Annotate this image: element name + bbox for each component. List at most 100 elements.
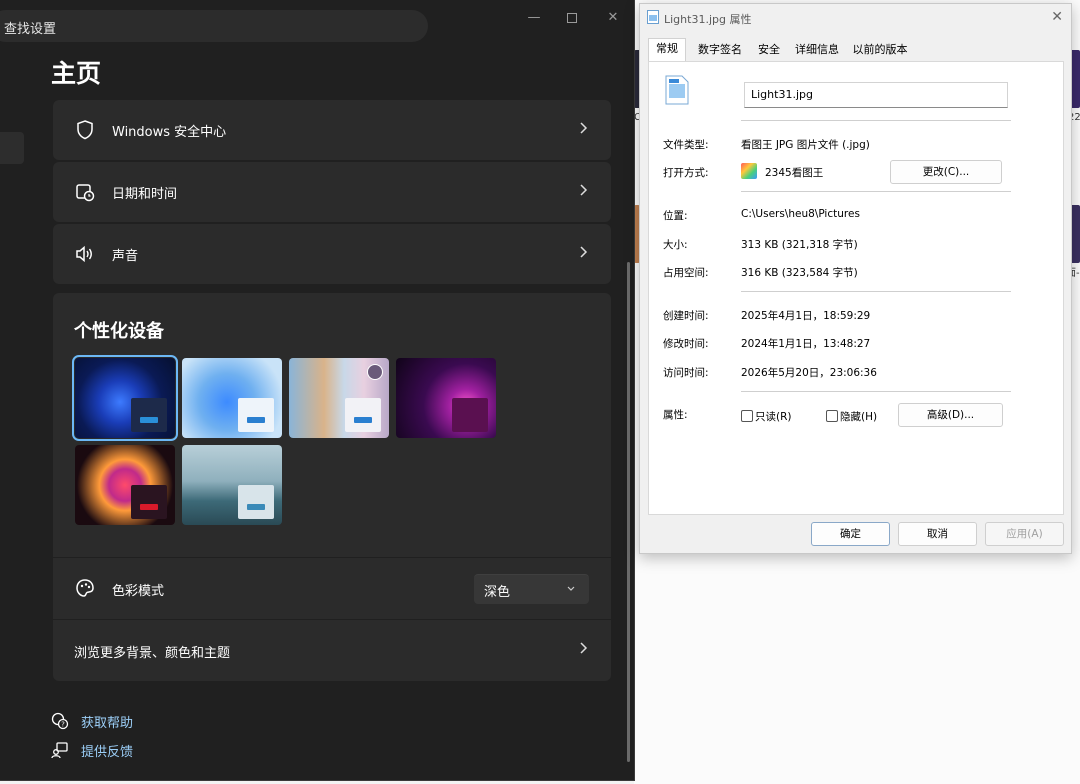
filename-value: Light31.jpg	[751, 88, 813, 101]
theme-preview-bar	[354, 417, 372, 423]
disk-size-label: 占用空间:	[663, 267, 709, 279]
card-windows-security[interactable]: Windows 安全中心	[53, 100, 611, 160]
theme-tile-3[interactable]	[289, 358, 389, 438]
theme-preview-bar	[247, 417, 265, 423]
maximize-icon	[567, 13, 577, 23]
quick-settings-group: Windows 安全中心 日期和时间 声音	[53, 100, 611, 284]
file-icon	[647, 10, 659, 24]
tab-security[interactable]: 安全	[754, 40, 784, 60]
theme-preview-window	[131, 485, 167, 519]
calendar-clock-icon	[76, 184, 95, 202]
theme-tile-5[interactable]	[75, 445, 175, 525]
open-with-value: 2345看图王	[765, 167, 824, 179]
location-label: 位置:	[663, 210, 688, 222]
modified-label: 修改时间:	[663, 338, 709, 350]
shield-icon	[77, 120, 93, 140]
accessed-label: 访问时间:	[663, 367, 709, 379]
ok-button[interactable]: 确定	[811, 522, 890, 546]
file-type-value: 看图王 JPG 图片文件 (.jpg)	[741, 139, 870, 151]
tab-digital-signature[interactable]: 数字签名	[692, 40, 748, 60]
theme-preview-window	[131, 398, 167, 432]
general-panel: Light31.jpg 文件类型: 看图王 JPG 图片文件 (.jpg) 打开…	[648, 61, 1064, 515]
readonly-label[interactable]: 只读(R)	[755, 409, 792, 424]
theme-tile-4[interactable]	[396, 358, 496, 438]
change-button[interactable]: 更改(C)...	[890, 160, 1002, 184]
theme-preview-bar	[140, 504, 158, 510]
app-icon	[741, 163, 757, 179]
chevron-right-icon	[580, 184, 588, 196]
apply-button[interactable]: 应用(A)	[985, 522, 1064, 546]
theme-tile-6[interactable]	[182, 445, 282, 525]
image-file-icon	[665, 75, 689, 105]
theme-tile-2[interactable]	[182, 358, 282, 438]
size-value: 313 KB (321,318 字节)	[741, 239, 858, 251]
readonly-checkbox[interactable]	[741, 410, 753, 422]
theme-preview-window	[452, 398, 488, 432]
close-icon[interactable]: ✕	[1051, 9, 1063, 25]
palette-icon	[76, 579, 94, 597]
search-placeholder: 查找设置	[4, 22, 57, 37]
open-with-label: 打开方式:	[663, 167, 709, 179]
color-mode-row: 色彩模式 深色	[53, 558, 611, 619]
divider	[741, 291, 1011, 292]
browse-themes-label: 浏览更多背景、颜色和主题	[74, 646, 231, 661]
page-title: 主页	[51, 59, 102, 88]
dialog-title: Light31.jpg 属性	[664, 13, 752, 26]
created-label: 创建时间:	[663, 310, 709, 322]
get-help-label: 获取帮助	[81, 716, 134, 731]
chevron-right-icon	[580, 246, 588, 258]
theme-tile-1[interactable]	[72, 355, 178, 441]
help-icon: ?	[51, 712, 69, 730]
maximize-button[interactable]	[564, 10, 580, 26]
card-label: 日期和时间	[112, 187, 178, 202]
svg-text:?: ?	[61, 721, 65, 729]
divider	[741, 191, 1011, 192]
divider	[741, 391, 1011, 392]
nav-item-selected[interactable]	[0, 132, 24, 164]
card-date-time[interactable]: 日期和时间	[53, 162, 611, 222]
theme-preview-bar	[247, 504, 265, 510]
filename-input[interactable]: Light31.jpg	[744, 82, 1008, 108]
settings-window: 查找设置 — ✕ 主页 Windows 安全中心 日期和时间 声音 个性化设备	[0, 0, 635, 781]
location-value: C:\Users\heu8\Pictures	[741, 208, 860, 220]
tab-previous-versions[interactable]: 以前的版本	[850, 40, 910, 60]
cancel-button[interactable]: 取消	[898, 522, 977, 546]
slideshow-icon	[367, 364, 383, 380]
modified-value: 2024年1月1日，13:48:27	[741, 338, 871, 350]
feedback-icon	[51, 742, 68, 759]
disk-size-value: 316 KB (323,584 字节)	[741, 267, 858, 279]
search-input[interactable]: 查找设置	[0, 10, 428, 42]
chevron-right-icon	[580, 642, 588, 654]
scrollbar[interactable]	[627, 262, 630, 762]
give-feedback-label: 提供反馈	[81, 745, 134, 760]
minimize-button[interactable]: —	[526, 10, 542, 26]
advanced-button[interactable]: 高级(D)...	[898, 403, 1003, 427]
color-mode-value: 深色	[484, 585, 511, 600]
card-sound[interactable]: 声音	[53, 224, 611, 284]
accessed-value: 2026年5月20日，23:06:36	[741, 367, 877, 379]
hidden-label[interactable]: 隐藏(H)	[840, 409, 877, 424]
file-type-label: 文件类型:	[663, 139, 709, 151]
theme-preview-window	[238, 485, 274, 519]
personalization-title: 个性化设备	[74, 321, 164, 342]
created-value: 2025年4月1日，18:59:29	[741, 310, 871, 322]
theme-preview-window	[345, 398, 381, 432]
hidden-checkbox[interactable]	[826, 410, 838, 422]
theme-preview-window	[238, 398, 274, 432]
speaker-icon	[76, 245, 92, 263]
personalization-card: 个性化设备	[53, 293, 611, 557]
card-label: 声音	[112, 249, 139, 264]
attributes-label: 属性:	[663, 409, 688, 421]
close-button[interactable]: ✕	[605, 10, 621, 26]
size-label: 大小:	[663, 239, 688, 251]
tab-general[interactable]: 常规	[648, 38, 686, 61]
chevron-down-icon	[567, 586, 575, 591]
color-mode-dropdown[interactable]: 深色	[474, 574, 589, 604]
chevron-right-icon	[580, 122, 588, 134]
divider	[741, 120, 1011, 121]
tab-details[interactable]: 详细信息	[792, 40, 842, 60]
properties-dialog: Light31.jpg 属性 ✕ 常规 数字签名 安全 详细信息 以前的版本 L…	[639, 3, 1072, 554]
browse-themes-row[interactable]: 浏览更多背景、颜色和主题	[53, 620, 611, 681]
color-mode-label: 色彩模式	[112, 584, 165, 599]
theme-preview-bar	[140, 417, 158, 423]
